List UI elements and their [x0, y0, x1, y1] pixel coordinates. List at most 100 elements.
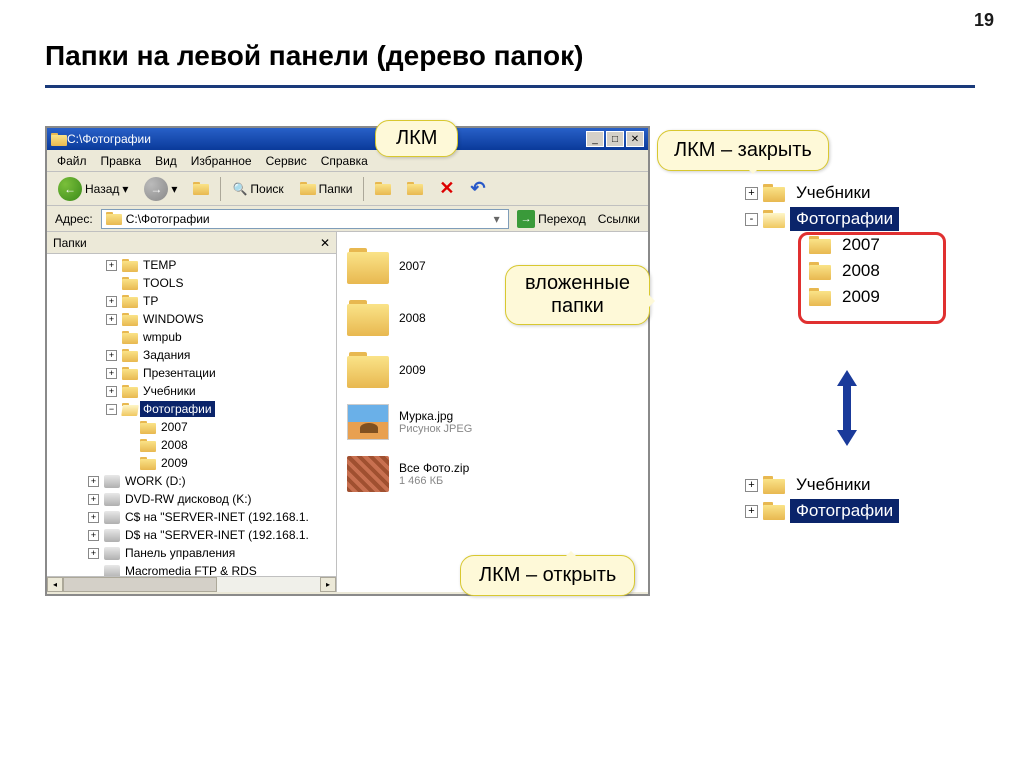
delete-icon: ✕ — [439, 178, 454, 199]
tree-row[interactable]: +TP — [49, 292, 334, 310]
tree-row[interactable]: Macromedia FTP & RDS — [49, 562, 334, 576]
tree-label: D$ на "SERVER-INET (192.168.1. — [122, 527, 312, 543]
collapse-icon[interactable]: - — [745, 213, 758, 226]
menubar: Файл Правка Вид Избранное Сервис Справка — [47, 150, 648, 172]
search-button[interactable]: 🔍 Поиск — [225, 175, 290, 203]
tree-row[interactable]: + Задания — [49, 346, 334, 364]
expand-icon[interactable]: + — [745, 505, 758, 518]
address-input[interactable]: C:\Фотографии ▾ — [101, 209, 509, 229]
move-button[interactable] — [368, 175, 398, 203]
expand-icon[interactable]: + — [106, 296, 117, 307]
links-label[interactable]: Ссылки — [594, 212, 644, 226]
tree-label: C$ на "SERVER-INET (192.168.1. — [122, 509, 312, 525]
tree-example-closed: + Учебники + Фотографии — [745, 472, 899, 524]
tree-row[interactable]: wmpub — [49, 328, 334, 346]
tree-row[interactable]: - Фотографии — [745, 206, 899, 232]
expand-icon[interactable]: + — [745, 479, 758, 492]
folder-icon — [763, 502, 785, 520]
menu-help[interactable]: Справка — [315, 152, 374, 170]
close-button[interactable]: ✕ — [626, 131, 644, 147]
page-number: 19 — [974, 10, 994, 31]
chevron-down-icon: ▾ — [122, 182, 128, 196]
maximize-button[interactable]: □ — [606, 131, 624, 147]
copy-button[interactable] — [400, 175, 430, 203]
menu-edit[interactable]: Правка — [95, 152, 148, 170]
expand-icon[interactable]: + — [106, 314, 117, 325]
up-button[interactable] — [186, 175, 216, 203]
tree-label: Задания — [140, 347, 193, 363]
chevron-down-icon: ▾ — [171, 182, 177, 196]
folder-icon — [122, 295, 138, 308]
scroll-thumb[interactable] — [63, 577, 217, 592]
folder-icon — [122, 259, 138, 272]
back-button[interactable]: ← Назад ▾ — [51, 175, 135, 203]
folder-item[interactable]: 2009 — [347, 352, 638, 388]
tree-row[interactable]: + Учебники — [745, 180, 899, 206]
tree-row[interactable]: 2007 — [49, 418, 334, 436]
scroll-right[interactable]: ▸ — [320, 577, 336, 592]
tree-row[interactable]: +Презентации — [49, 364, 334, 382]
folder-icon — [763, 184, 785, 202]
address-value: C:\Фотографии — [126, 212, 485, 226]
tree-row[interactable]: +DVD-RW дисковод (K:) — [49, 490, 334, 508]
tree-row[interactable]: + Учебники — [745, 472, 899, 498]
folders-button[interactable]: Папки — [293, 175, 360, 203]
tree-row[interactable]: +WORK (D:) — [49, 472, 334, 490]
folder-icon — [763, 476, 785, 494]
expand-icon[interactable]: + — [745, 187, 758, 200]
folder-open-icon — [763, 210, 785, 228]
item-label: 2008 — [399, 311, 426, 325]
tree-content[interactable]: + TEMP TOOLS+TP+WINDOWSwmpub + Задания+Презе… — [47, 254, 336, 576]
delete-button[interactable]: ✕ — [432, 175, 461, 203]
scrollbar-h[interactable]: ◂ ▸ — [47, 576, 336, 592]
expand-icon[interactable]: + — [88, 530, 99, 541]
expand-icon[interactable]: + — [88, 494, 99, 505]
tree-row[interactable]: + D$ на "SERVER-INET (192.168.1. — [49, 526, 334, 544]
folder-icon — [140, 457, 156, 470]
menu-file[interactable]: Файл — [51, 152, 93, 170]
tree-label: TOOLS — [140, 275, 186, 291]
menu-favorites[interactable]: Избранное — [185, 152, 258, 170]
address-dropdown[interactable]: ▾ — [489, 212, 504, 226]
expand-icon[interactable]: + — [106, 386, 117, 397]
undo-button[interactable]: ↶ — [464, 175, 493, 203]
folder-open-icon — [122, 403, 138, 416]
tree-label: 2007 — [158, 419, 191, 435]
expand-icon[interactable]: + — [88, 548, 99, 559]
title-underline — [45, 85, 975, 88]
window-icon — [51, 133, 67, 146]
forward-icon: → — [144, 177, 168, 201]
tree-row[interactable]: TOOLS — [49, 274, 334, 292]
expand-icon[interactable]: + — [106, 350, 117, 361]
menu-view[interactable]: Вид — [149, 152, 183, 170]
tree-label: Панель управления — [122, 545, 238, 561]
titlebar[interactable]: C:\Фотографии _ □ ✕ — [47, 128, 648, 150]
tree-row[interactable]: 2008 — [49, 436, 334, 454]
forward-button[interactable]: → ▾ — [137, 175, 184, 203]
tree-label: TEMP — [140, 257, 179, 273]
tree-row[interactable]: + Панель управления — [49, 544, 334, 562]
collapse-icon[interactable]: − — [106, 404, 117, 415]
go-button[interactable]: → Переход — [513, 210, 590, 228]
tree-row[interactable]: +Учебники — [49, 382, 334, 400]
archive-item[interactable]: Все Фото.zip 1 466 КБ — [347, 456, 638, 492]
tree-row[interactable]: + TEMP — [49, 256, 334, 274]
expand-icon[interactable]: + — [106, 368, 117, 379]
minimize-button[interactable]: _ — [586, 131, 604, 147]
copy-icon — [407, 182, 423, 195]
scroll-left[interactable]: ◂ — [47, 577, 63, 592]
tree-row[interactable]: + Фотографии — [745, 498, 899, 524]
tree-row[interactable]: + C$ на "SERVER-INET (192.168.1. — [49, 508, 334, 526]
image-item[interactable]: Мурка.jpg Рисунок JPEG — [347, 404, 638, 440]
tree-row[interactable]: 2009 — [49, 454, 334, 472]
drive-icon — [104, 565, 120, 577]
menu-tools[interactable]: Сервис — [260, 152, 313, 170]
folder-icon — [122, 349, 138, 362]
expand-icon[interactable]: + — [88, 512, 99, 523]
expand-icon[interactable]: + — [88, 476, 99, 487]
expand-icon[interactable]: + — [106, 260, 117, 271]
tree-row[interactable]: +WINDOWS — [49, 310, 334, 328]
tree-row[interactable]: −Фотографии — [49, 400, 334, 418]
tree-close-button[interactable]: ✕ — [320, 236, 330, 250]
folder-icon — [122, 313, 138, 326]
